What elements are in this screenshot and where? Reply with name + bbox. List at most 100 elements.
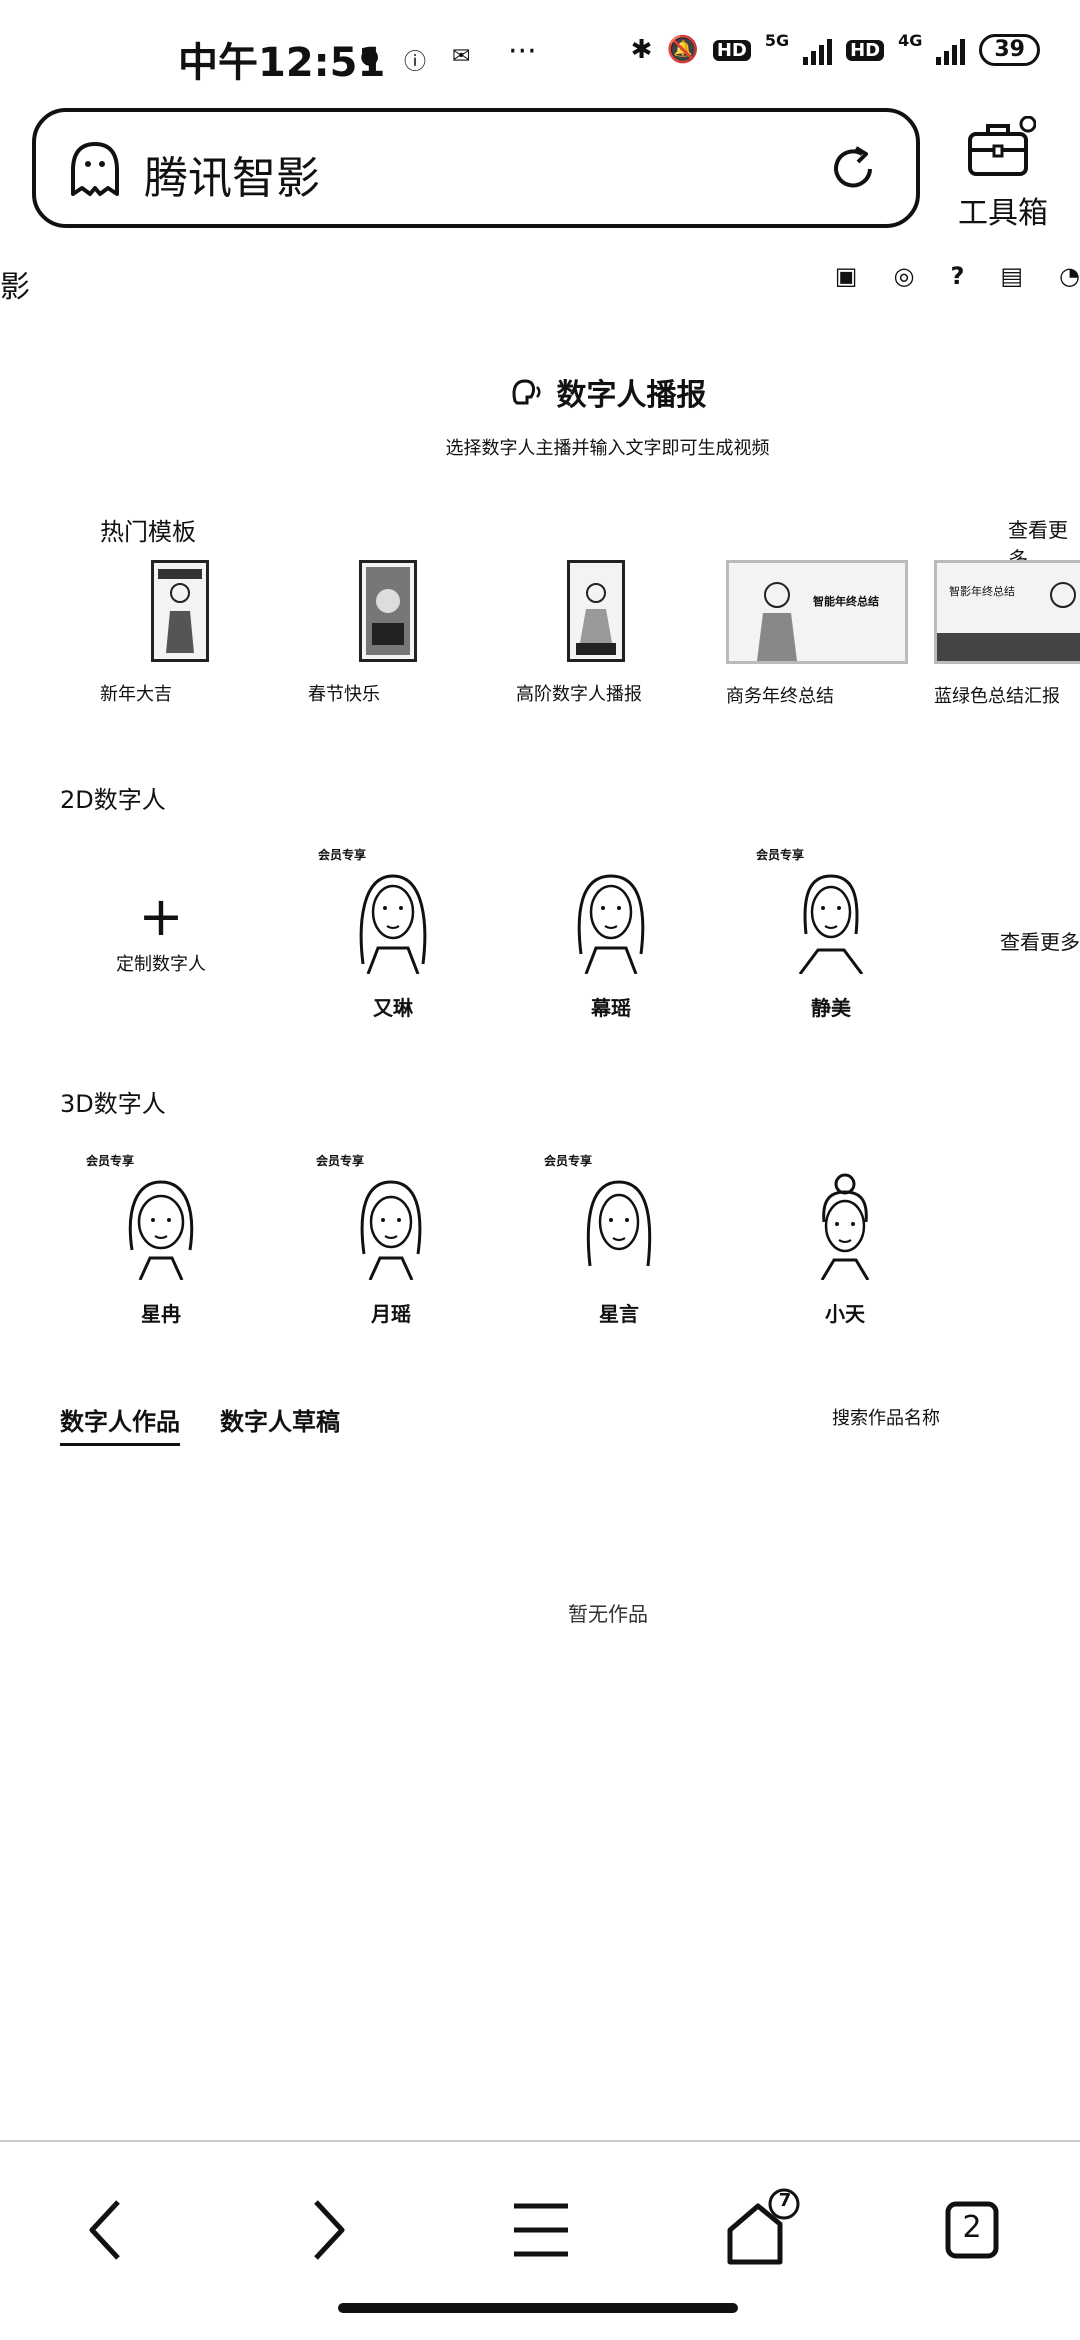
status-time: 中午12:51: [178, 40, 386, 86]
signal-4g-icon: [936, 35, 966, 65]
avatar-portrait: [128, 1180, 194, 1281]
tabs-button[interactable]: 2: [916, 2180, 1026, 2280]
works-tabs: 数字人作品 数字人草稿: [60, 1402, 340, 1446]
status-bar: 中午12:51 ● ⓘ ✉ ··· ✱ 🔕 HD 5G HD 4G 39: [0, 0, 1080, 100]
avatar-name: 静美: [811, 996, 851, 1020]
member-badge: 会员专享: [316, 1154, 365, 1168]
feature-title: 数字人播报: [556, 378, 707, 413]
headset-icon[interactable]: ◎: [893, 262, 914, 290]
chevron-left-icon: [89, 2200, 120, 2260]
site-logo-fragment[interactable]: 影: [0, 262, 30, 306]
avatar-card[interactable]: 小天: [770, 1158, 920, 1327]
template-label: 商务年终总结: [726, 686, 834, 707]
avatar-portrait: [798, 874, 864, 975]
template-thumb-text: 智影年终总结: [949, 585, 1015, 598]
avatars-2d-more-link[interactable]: 查看更多: [1000, 926, 1080, 955]
page-title: 腾讯智影: [144, 153, 320, 204]
avatar-card[interactable]: 会员专享 静美: [756, 848, 906, 1021]
home-indicator[interactable]: [338, 2303, 738, 2313]
avatars-3d-title: 3D数字人: [60, 1090, 166, 1118]
member-badge: 会员专享: [756, 848, 805, 862]
avatar-name: 又琳: [373, 996, 413, 1020]
status-icons: ✱ 🔕 HD 5G HD 4G 39: [630, 30, 1040, 66]
avatar-name: 幕瑶: [591, 996, 631, 1020]
avatar-card[interactable]: 会员专享 又琳: [318, 848, 468, 1021]
avatar-portrait: [820, 1173, 870, 1281]
mute-icon: 🔕: [666, 35, 699, 65]
menu-icon: [514, 2203, 568, 2257]
notification-icon: ●: [360, 44, 380, 69]
menu-button[interactable]: [486, 2180, 596, 2280]
forward-button[interactable]: [272, 2180, 382, 2280]
bluetooth-icon: ✱: [630, 35, 653, 65]
member-badge: 会员专享: [544, 1154, 593, 1168]
template-card[interactable]: 新年大吉: [100, 560, 260, 706]
template-thumbnail: [359, 560, 417, 662]
hd-icon-2: HD: [846, 39, 885, 61]
mail-notification-icon: ✉: [452, 44, 471, 69]
home-button[interactable]: 7: [706, 2180, 816, 2280]
tabs-count: 2: [962, 2210, 982, 2245]
reload-icon[interactable]: [826, 142, 880, 196]
app-notification-icon: ⓘ: [404, 50, 427, 75]
member-badge: 会员专享: [318, 848, 367, 862]
avatar-portrait: [360, 1180, 422, 1281]
avatar-card[interactable]: 会员专享 月瑶: [316, 1154, 466, 1327]
ghost-icon: [71, 142, 119, 196]
avatar-card[interactable]: 会员专享 星言: [544, 1154, 694, 1327]
empty-state-text: 暂无作品: [568, 1602, 648, 1626]
template-label: 高阶数字人播报: [516, 684, 642, 705]
chevron-right-icon: [314, 2200, 345, 2260]
avatar-name: 小天: [825, 1302, 865, 1326]
site-header-icons: ▣ ◎ ? ▤ ◔: [835, 262, 1080, 290]
feature-heading: 数字人播报 选择数字人主播并输入文字即可生成视频: [0, 370, 1080, 460]
template-card[interactable]: 春节快乐: [308, 560, 468, 706]
tab-drafts[interactable]: 数字人草稿: [220, 1402, 340, 1446]
template-thumb-text: 智能年终总结: [813, 595, 879, 608]
toolbox-label: 工具箱: [958, 196, 1048, 231]
address-bar[interactable]: 腾讯智影: [32, 108, 920, 228]
template-label: 新年大吉: [100, 684, 172, 705]
toolbox-icon: [968, 116, 1036, 176]
message-icon[interactable]: ▤: [1000, 262, 1023, 290]
template-thumbnail: 智影年终总结: [934, 560, 1080, 664]
home-icon: [727, 2188, 800, 2265]
template-label: 蓝绿色总结汇报: [934, 686, 1060, 707]
avatar-icon[interactable]: ◔: [1059, 262, 1080, 290]
template-card[interactable]: 高阶数字人播报: [516, 560, 676, 706]
template-card[interactable]: 智能年终总结 商务年终总结: [726, 560, 908, 708]
works-search-input[interactable]: 搜索作品名称: [832, 1404, 940, 1430]
battery-indicator: 39: [979, 34, 1040, 66]
custom-avatar-label: 定制数字人: [116, 954, 206, 975]
tab-works[interactable]: 数字人作品: [60, 1402, 180, 1446]
net-5g-label: 5G: [764, 30, 790, 50]
avatar-name: 星冉: [141, 1302, 181, 1326]
template-label: 春节快乐: [308, 684, 380, 705]
avatar-card[interactable]: 幕瑶: [536, 852, 686, 1021]
avatar-portrait: [359, 874, 427, 975]
back-button[interactable]: [52, 2180, 162, 2280]
bottom-nav-divider: [0, 2140, 1080, 2142]
speaker-head-icon: [512, 379, 540, 405]
clipboard-icon[interactable]: ▣: [835, 262, 858, 290]
feature-subtitle: 选择数字人主播并输入文字即可生成视频: [445, 438, 770, 459]
home-badge: 7: [778, 2190, 792, 2211]
avatar-name: 月瑶: [371, 1302, 411, 1326]
member-badge: 会员专享: [86, 1154, 135, 1168]
avatars-2d-title: 2D数字人: [60, 786, 166, 814]
template-thumbnail: [151, 560, 209, 662]
avatar-portrait: [586, 1180, 652, 1267]
plus-icon: +: [138, 885, 184, 948]
help-icon[interactable]: ?: [950, 262, 964, 290]
template-card[interactable]: 智影年终总结 蓝绿色总结汇报: [934, 560, 1080, 708]
templates-title: 热门模板: [100, 518, 196, 546]
avatar-card[interactable]: 会员专享 星冉: [86, 1154, 236, 1327]
custom-avatar-button[interactable]: + 定制数字人: [86, 890, 236, 976]
avatar-portrait: [577, 874, 645, 975]
toolbox-button[interactable]: 工具箱: [948, 112, 1058, 232]
net-4g-label: 4G: [898, 30, 923, 50]
more-notifications-icon: ···: [508, 34, 537, 69]
template-thumbnail: 智能年终总结: [726, 560, 908, 664]
template-thumbnail: [567, 560, 625, 662]
hd-icon: HD: [712, 39, 751, 61]
